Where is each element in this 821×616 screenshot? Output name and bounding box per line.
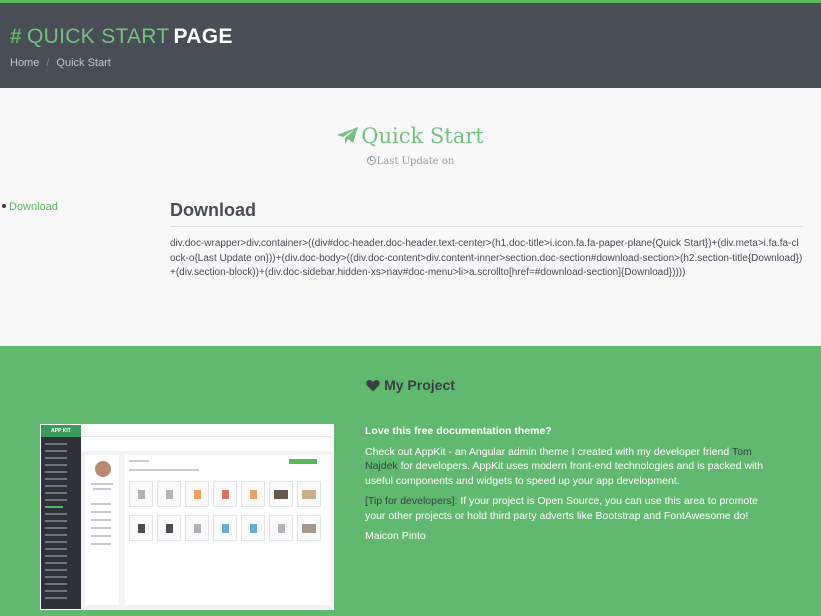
- promo-description-start: Check out AppKit - an Angular admin them…: [365, 445, 732, 458]
- mock-text-line: [91, 519, 111, 521]
- mock-nav-line: [45, 576, 67, 578]
- paper-plane-icon: [337, 127, 359, 144]
- mock-text-line: [91, 511, 111, 513]
- promo-tip: [Tip for developers]: If your project is…: [365, 494, 765, 523]
- section-title: Download: [170, 200, 256, 220]
- doc-meta-text: Last Update on: [376, 156, 455, 167]
- mock-button: [289, 459, 317, 464]
- doc-title: Quick Start: [0, 124, 821, 148]
- mock-nav-line: [45, 492, 67, 494]
- promo-title: My Project: [0, 377, 821, 393]
- mock-nav-line: [45, 583, 67, 585]
- mock-file-tile: [185, 481, 209, 507]
- mock-nav-line: [45, 464, 67, 466]
- doc-menu: Download: [2, 201, 58, 213]
- breadcrumb: Home / Quick Start: [10, 57, 111, 69]
- mock-sidebar: APP KIT: [41, 425, 81, 609]
- mock-text-line: [129, 460, 149, 462]
- doc-body: Quick Start Last Update on Download Down…: [0, 88, 821, 346]
- promo-description-end: for developers. AppKit uses modern front…: [365, 460, 764, 487]
- mock-text-line: [129, 469, 199, 471]
- mock-text-line: [93, 488, 111, 490]
- site-title-light: QUICK START: [26, 25, 170, 48]
- mock-nav-line: [45, 548, 67, 550]
- promo-lead: Love this free documentation theme?: [365, 425, 552, 437]
- mock-nav-line: [45, 457, 67, 459]
- promo-description: Check out AppKit - an Angular admin them…: [365, 445, 765, 489]
- mock-text-line: [91, 483, 113, 485]
- mock-file-tile: [157, 481, 181, 507]
- mock-file-tile: [241, 515, 265, 541]
- bullet-icon: [2, 204, 6, 208]
- heart-icon: [366, 380, 380, 392]
- mock-nav-line: [45, 443, 67, 445]
- mock-nav-line: [45, 471, 67, 473]
- mock-file-tile: [297, 481, 321, 507]
- mock-file-tile: [157, 515, 181, 541]
- mock-nav-line: [45, 513, 67, 515]
- mock-files-card: [125, 455, 331, 605]
- doc-title-text: Quick Start: [361, 124, 484, 148]
- mock-file-tile: [129, 481, 153, 507]
- mock-nav-line: [45, 450, 67, 452]
- promo-text: Love this free documentation theme? Chec…: [365, 424, 765, 550]
- mock-file-tile: [213, 515, 237, 541]
- site-title-bold: PAGE: [173, 25, 233, 48]
- mock-file-tile: [185, 515, 209, 541]
- mock-nav-line: [45, 590, 67, 592]
- mock-text-line: [91, 503, 111, 505]
- mock-nav-line: [45, 520, 67, 522]
- mock-file-tile: [297, 515, 321, 541]
- promo-title-text: My Project: [384, 377, 455, 393]
- section-divider: [170, 226, 803, 227]
- mock-nav-line: [45, 506, 63, 508]
- mock-nav-line: [45, 527, 67, 529]
- promo-author: Maicon Pinto: [365, 530, 426, 542]
- mock-nav-line: [45, 597, 67, 599]
- mock-profile-card: [85, 455, 119, 605]
- doc-meta: Last Update on: [0, 156, 821, 167]
- breadcrumb-home[interactable]: Home: [10, 57, 39, 69]
- mock-nav-line: [45, 569, 67, 571]
- project-screenshot[interactable]: APP KIT: [40, 424, 334, 610]
- mock-text-line: [91, 527, 111, 529]
- breadcrumb-current: Quick Start: [56, 57, 111, 69]
- mock-logo: APP KIT: [41, 425, 81, 437]
- mock-avatar: [95, 461, 111, 477]
- clock-icon: [366, 156, 376, 165]
- mock-nav-line: [45, 499, 67, 501]
- mock-file-tile: [241, 481, 265, 507]
- site-title: # QUICK START PAGE: [10, 25, 233, 49]
- mock-file-tile: [269, 515, 293, 541]
- mock-file-tile: [213, 481, 237, 507]
- mock-page-header: [81, 437, 333, 451]
- mock-nav-line: [45, 478, 67, 480]
- mock-topbar: [81, 425, 333, 437]
- tip-label: [Tip for developers]:: [365, 495, 458, 507]
- mock-nav-line: [45, 541, 67, 543]
- mock-nav-line: [45, 562, 67, 564]
- breadcrumb-separator: /: [46, 57, 50, 69]
- doc-menu-item-download[interactable]: Download: [9, 201, 58, 213]
- mock-nav-line: [45, 555, 67, 557]
- site-header: # QUICK START PAGE Home / Quick Start: [0, 0, 821, 88]
- mock-file-tile: [269, 481, 293, 507]
- mock-text-line: [91, 535, 111, 537]
- mock-file-tile: [129, 515, 153, 541]
- mock-nav-line: [45, 485, 67, 487]
- hashtag-icon: #: [10, 25, 22, 48]
- mock-text-line: [91, 543, 111, 545]
- mock-nav-line: [45, 534, 67, 536]
- section-body: div.doc-wrapper>div.container>((div#doc-…: [170, 238, 803, 278]
- promo-section: My Project APP KIT Love this free docume…: [0, 346, 821, 616]
- mock-main: [81, 437, 333, 609]
